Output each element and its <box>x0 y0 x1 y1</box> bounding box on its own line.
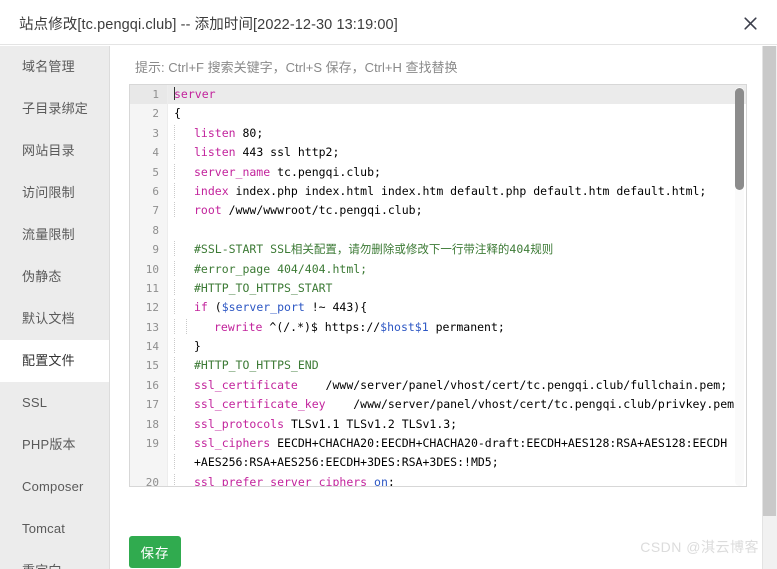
line-number: 20 <box>145 475 159 487</box>
watermark: CSDN @淇云博客 <box>640 539 759 555</box>
sidebar-item-5[interactable]: 伪静态 <box>0 256 109 298</box>
code-line[interactable]: root /www/wwwroot/tc.pengqi.club; <box>168 201 746 220</box>
line-number: 1 <box>130 85 167 105</box>
config-editor[interactable]: 123456789101112131415161718192021 server… <box>129 84 747 487</box>
line-number: 10 <box>145 262 159 276</box>
line-number: 11 <box>145 281 159 295</box>
sidebar-item-label: PHP版本 <box>22 437 76 452</box>
line-number: 5 <box>152 165 159 179</box>
line-number: 19 <box>145 437 159 451</box>
code-line[interactable]: ssl_certificate_key /www/server/panel/vh… <box>168 395 746 414</box>
sidebar-item-3[interactable]: 访问限制 <box>0 172 109 214</box>
line-number: 3 <box>152 126 159 140</box>
sidebar-item-12[interactable]: 重定向 <box>0 550 109 569</box>
sidebar-item-2[interactable]: 网站目录 <box>0 130 109 172</box>
code-editor-body[interactable]: 123456789101112131415161718192021 server… <box>130 85 746 487</box>
save-button[interactable]: 保存 <box>129 536 181 568</box>
code-line[interactable]: server <box>168 85 746 105</box>
sidebar-item-4[interactable]: 流量限制 <box>0 214 109 256</box>
code-line[interactable]: ssl_protocols TLSv1.1 TLSv1.2 TLSv1.3; <box>168 415 746 434</box>
code-line[interactable]: #SSL-START SSL相关配置，请勿删除或修改下一行带注释的404规则 <box>168 240 746 259</box>
line-number: 15 <box>145 359 159 373</box>
line-number: 2 <box>152 107 159 121</box>
sidebar-item-6[interactable]: 默认文档 <box>0 298 109 340</box>
page-scrollbar-thumb[interactable] <box>763 46 776 516</box>
line-number: 18 <box>145 417 159 431</box>
settings-sidebar: 域名管理子目录绑定网站目录访问限制流量限制伪静态默认文档配置文件 SSL PHP版本… <box>0 46 110 569</box>
sidebar-item-label: 子目录绑定 <box>22 101 89 116</box>
main-panel: 提示: Ctrl+F 搜索关键字，Ctrl+S 保存，Ctrl+H 查找替换 1… <box>111 46 762 569</box>
code-line[interactable]: { <box>168 104 746 123</box>
line-number: 16 <box>145 378 159 392</box>
code-line[interactable]: ssl_prefer_server_ciphers on; <box>168 473 746 486</box>
code-line[interactable]: listen 443 ssl http2; <box>168 143 746 162</box>
code-line[interactable]: listen 80; <box>168 124 746 143</box>
sidebar-item-label: 网站目录 <box>22 143 75 158</box>
dialog-title: 站点修改[tc.pengqi.club] -- 添加时间[2022-12-30 … <box>19 17 398 33</box>
sidebar-item-0[interactable]: 域名管理 <box>0 46 109 88</box>
code-line[interactable] <box>168 221 746 240</box>
line-number-gutter: 123456789101112131415161718192021 <box>130 85 168 487</box>
sidebar-item-11[interactable]: Tomcat <box>0 508 109 550</box>
line-number: 4 <box>152 146 159 160</box>
sidebar-item-label: 伪静态 <box>22 269 62 284</box>
line-number: 13 <box>145 320 159 334</box>
line-number: 9 <box>152 243 159 257</box>
code-line[interactable]: server_name tc.pengqi.club; <box>168 163 746 182</box>
code-line[interactable]: ssl_certificate /www/server/panel/vhost/… <box>168 376 746 395</box>
sidebar-item-label: 流量限制 <box>22 227 75 242</box>
line-number: 7 <box>152 204 159 218</box>
code-line[interactable]: index index.php index.html index.htm def… <box>168 182 746 201</box>
code-line[interactable]: #HTTP_TO_HTTPS_END <box>168 356 746 375</box>
sidebar-item-label: SSL <box>22 395 48 410</box>
sidebar-item-9[interactable]: PHP版本 <box>0 424 109 466</box>
line-number <box>130 453 167 472</box>
sidebar-item-label: 域名管理 <box>22 59 75 74</box>
sidebar-item-8[interactable]: SSL <box>0 382 109 424</box>
code-line[interactable]: #error_page 404/404.html; <box>168 260 746 279</box>
site-edit-dialog: 站点修改[tc.pengqi.club] -- 添加时间[2022-12-30 … <box>0 0 777 569</box>
line-number: 17 <box>145 398 159 412</box>
sidebar-item-7[interactable]: 配置文件 <box>0 340 109 382</box>
code-line[interactable]: #HTTP_TO_HTTPS_START <box>168 279 746 298</box>
code-line[interactable]: rewrite ^(/.*)$ https://$host$1 permanen… <box>168 318 746 337</box>
dialog-titlebar: 站点修改[tc.pengqi.club] -- 添加时间[2022-12-30 … <box>0 0 777 45</box>
editor-scrollbar-thumb[interactable] <box>735 88 744 190</box>
code-line[interactable]: ssl_ciphers EECDH+CHACHA20:EECDH+CHACHA2… <box>168 434 746 453</box>
code-content[interactable]: server{listen 80; listen 443 ssl http2; se… <box>168 85 746 486</box>
sidebar-item-label: 重定向 <box>22 563 62 569</box>
shortcut-hint: 提示: Ctrl+F 搜索关键字，Ctrl+S 保存，Ctrl+H 查找替换 <box>135 60 458 75</box>
code-line[interactable]: if ($server_port !~ 443){ <box>168 298 746 317</box>
sidebar-item-label: 配置文件 <box>22 353 75 368</box>
line-number: 6 <box>152 184 159 198</box>
code-line[interactable]: } <box>168 337 746 356</box>
line-number: 14 <box>145 340 159 354</box>
sidebar-item-label: Tomcat <box>22 521 66 536</box>
sidebar-item-label: Composer <box>22 479 84 494</box>
sidebar-item-label: 访问限制 <box>22 185 75 200</box>
line-number: 12 <box>145 301 159 315</box>
line-number: 8 <box>152 223 159 237</box>
sidebar-item-label: 默认文档 <box>22 311 75 326</box>
close-icon[interactable] <box>735 8 765 38</box>
code-line[interactable]: +AES256:RSA+AES256:EECDH+3DES:RSA+3DES:!… <box>168 453 746 472</box>
sidebar-item-10[interactable]: Composer <box>0 466 109 508</box>
sidebar-item-1[interactable]: 子目录绑定 <box>0 88 109 130</box>
